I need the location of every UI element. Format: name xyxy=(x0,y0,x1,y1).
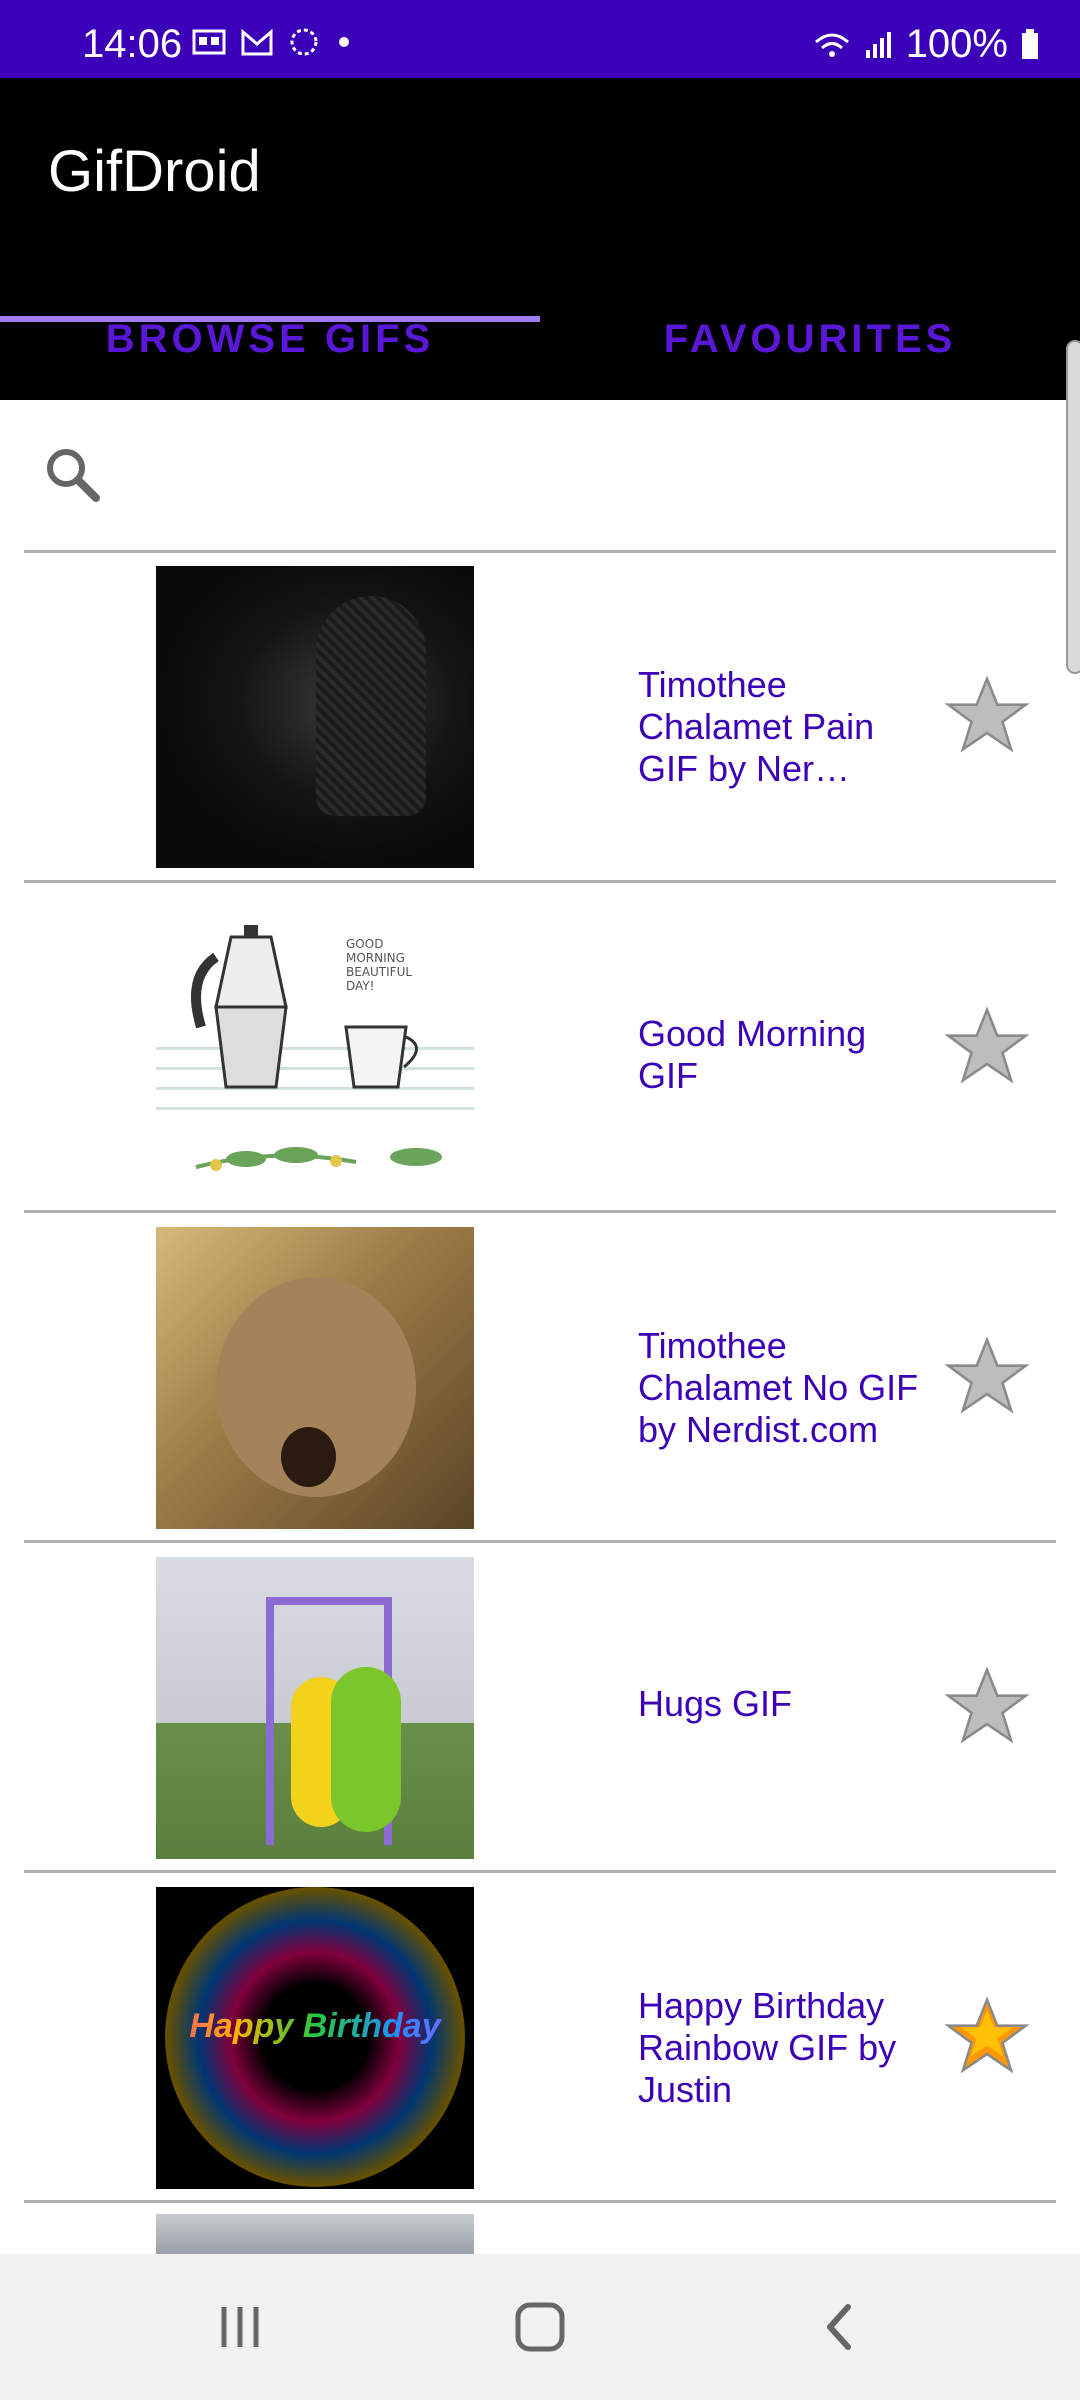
divider xyxy=(24,2200,1056,2203)
favorite-star-icon[interactable] xyxy=(944,1663,1030,1749)
tab-browse-gifs[interactable]: BROWSE GIFS xyxy=(0,278,540,400)
status-time: 14:06 xyxy=(82,22,183,66)
thumbnail-stripe xyxy=(156,1107,474,1110)
gif-thumbnail[interactable] xyxy=(156,566,474,868)
gif-thumbnail[interactable]: Happy Birthday xyxy=(156,1887,474,2189)
favorite-star-icon[interactable] xyxy=(944,1003,1030,1089)
status-icons-right: 100% xyxy=(812,22,1040,67)
scrollbar[interactable] xyxy=(1066,340,1080,674)
list-item[interactable]: Happy Birthday Happy Birthday Rainbow GI… xyxy=(0,1873,1080,2203)
app-title: GifDroid xyxy=(48,139,261,204)
gif-title: Timothee Chalamet Pain GIF by Ner… xyxy=(638,664,875,789)
home-icon[interactable] xyxy=(500,2292,580,2362)
recent-apps-icon[interactable] xyxy=(200,2292,280,2362)
search-bar xyxy=(0,400,1080,550)
favorite-star-icon[interactable] xyxy=(944,672,1030,758)
sync-icon xyxy=(288,26,320,58)
list-item[interactable]: Hugs GIF xyxy=(0,1543,1080,1873)
battery-icon xyxy=(1020,28,1040,61)
gmail-icon xyxy=(240,28,274,56)
tab-indicator xyxy=(0,316,540,322)
gif-title: Good Morning GIF xyxy=(638,1013,867,1096)
signal-icon xyxy=(864,30,894,60)
gif-title: Happy Birthday Rainbow GIF by Justin xyxy=(638,1985,897,2110)
thumbnail-green-character xyxy=(331,1667,401,1832)
tab-favourites[interactable]: FAVOURITES xyxy=(540,278,1080,400)
tab-bar: BROWSE GIFS FAVOURITES xyxy=(0,278,1080,400)
gif-thumbnail[interactable] xyxy=(156,2214,474,2254)
gif-thumbnail[interactable]: GOOD MORNING BEAUTIFUL DAY! xyxy=(156,897,474,1199)
favorite-star-icon[interactable] xyxy=(944,1333,1030,1419)
leaves-drawing xyxy=(195,1147,442,1171)
battery-percent: 100% xyxy=(905,22,1008,66)
status-bar: 14:06 100% xyxy=(0,0,1080,78)
moka-pot-drawing xyxy=(191,925,288,1089)
thumbnail-caption: GOOD MORNING BEAUTIFUL DAY! xyxy=(346,937,413,993)
wifi-icon xyxy=(812,30,852,60)
gif-thumbnail[interactable] xyxy=(156,1557,474,1859)
favorite-star-icon[interactable] xyxy=(944,1993,1030,2079)
thumbnail-figure xyxy=(316,596,426,816)
calendar-icon xyxy=(192,27,226,57)
coffee-cup-drawing xyxy=(344,1025,418,1089)
gif-thumbnail[interactable] xyxy=(156,1227,474,1529)
search-icon[interactable] xyxy=(40,442,104,506)
gif-title: Timothee Chalamet No GIF by Nerdist.com xyxy=(638,1325,919,1450)
app-bar: GifDroid BROWSE GIFS FAVOURITES xyxy=(0,78,1080,400)
list-item[interactable]: GOOD MORNING BEAUTIFUL DAY! Good Morning… xyxy=(0,883,1080,1213)
search-input[interactable] xyxy=(120,440,1024,512)
back-icon[interactable] xyxy=(800,2292,880,2362)
thumbnail-caption: Happy Birthday xyxy=(156,2007,474,2046)
navigation-bar xyxy=(0,2254,1080,2400)
thumbnail-mouth xyxy=(281,1427,336,1487)
gif-title: Hugs GIF xyxy=(638,1683,793,1724)
dot-icon xyxy=(334,32,354,52)
list-item[interactable]: Timothee Chalamet No GIF by Nerdist.com xyxy=(0,1213,1080,1543)
list-item[interactable]: Timothee Chalamet Pain GIF by Ner… xyxy=(0,552,1080,882)
status-icons-left xyxy=(192,26,354,58)
